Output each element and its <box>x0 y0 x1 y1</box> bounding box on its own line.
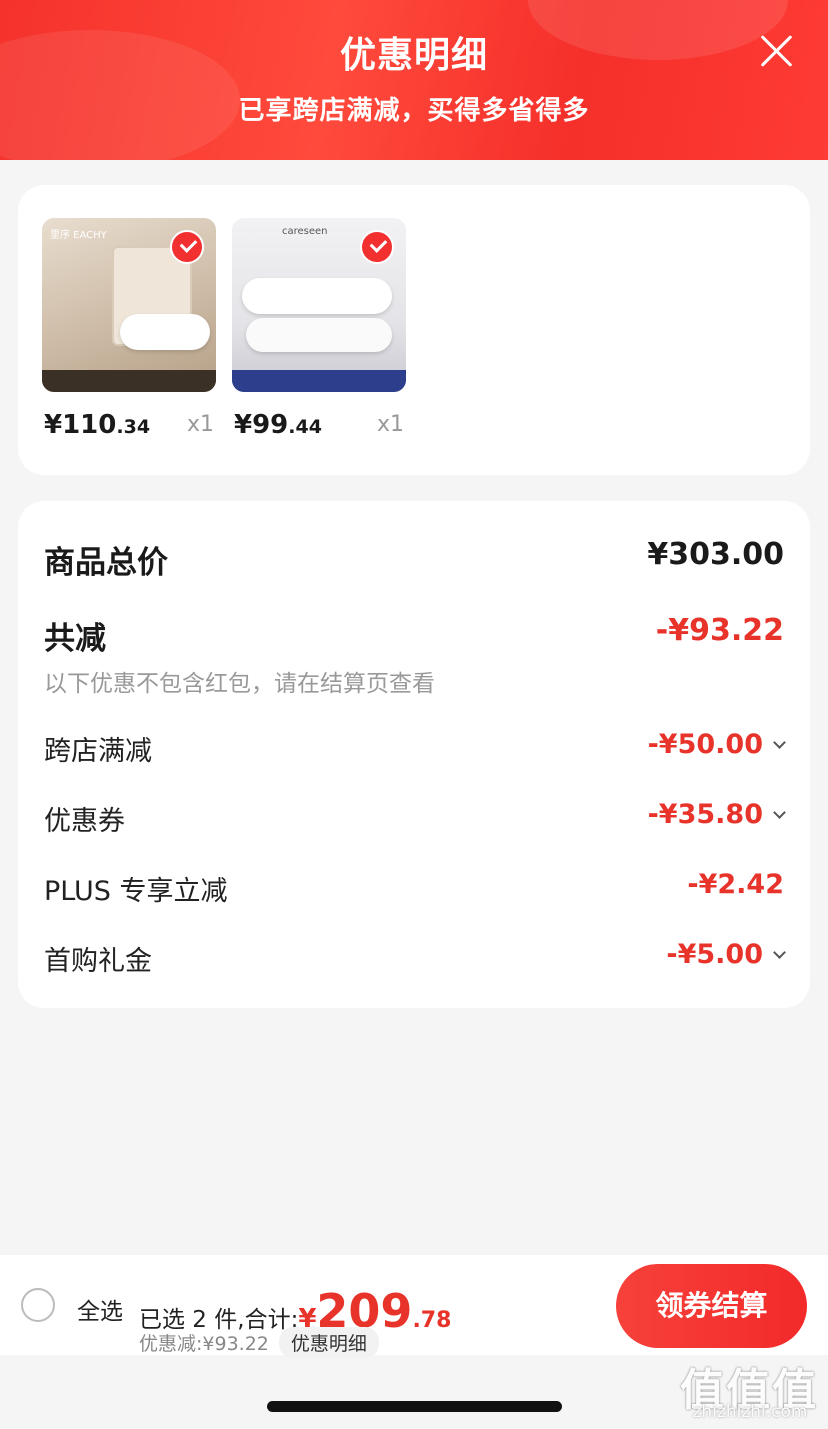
select-all-radio[interactable] <box>21 1288 55 1322</box>
discount-row-cross-store[interactable]: 跨店满减 -¥50.00 <box>44 729 786 767</box>
watermark: 值 值 值 zhizhizhi.com <box>680 1350 820 1422</box>
discount-row-plus: PLUS 专享立减 -¥2.42 <box>44 869 784 907</box>
products-card: 里序 EACHY ¥110.34 x1 careseen ¥99.44 x1 <box>18 185 810 475</box>
discount-value: -¥5.00 <box>666 939 763 970</box>
close-icon[interactable] <box>758 32 794 68</box>
product-quantity: x1 <box>376 412 404 437</box>
select-all-label[interactable]: 全选 <box>77 1292 123 1326</box>
total-reduction-value: -¥93.22 <box>655 613 784 648</box>
discount-value: -¥35.80 <box>647 799 763 830</box>
chevron-down-icon[interactable] <box>773 946 786 959</box>
discount-value: -¥50.00 <box>647 729 763 760</box>
product-illustration <box>246 318 392 352</box>
note-text: 以下优惠不包含红包，请在结算页查看 <box>44 671 435 697</box>
product-illustration <box>120 314 210 350</box>
discount-label: 跨店满减 <box>44 736 152 767</box>
product-banner <box>232 370 406 392</box>
price-decimal: .44 <box>288 416 322 438</box>
price-row: ¥99.44 x1 <box>232 410 406 442</box>
discount-detail-link[interactable]: 优惠明细 <box>278 1327 379 1358</box>
product-quantity: x1 <box>186 412 214 437</box>
price-row: ¥110.34 x1 <box>42 410 216 442</box>
checkout-bar: 全选 已选 2 件,合计:¥209.78 优惠减:¥93.22 优惠明细 领券结算 <box>0 1255 828 1358</box>
checkout-button[interactable]: 领券结算 <box>616 1264 807 1348</box>
page-title: 优惠明细 <box>339 35 488 76</box>
product-price: ¥99.44 <box>234 410 322 440</box>
product-item[interactable]: careseen ¥99.44 x1 <box>232 218 406 442</box>
discount-label: 优惠券 <box>44 806 125 837</box>
discount-value-group: -¥35.80 <box>647 799 786 830</box>
discount-value-group: -¥5.00 <box>666 939 786 970</box>
product-illustration <box>242 278 392 314</box>
page-subtitle: 已享跨店满减，买得多省得多 <box>238 96 590 126</box>
discount-summary: 优惠减:¥93.22 优惠明细 <box>139 1327 379 1358</box>
product-item[interactable]: 里序 EACHY ¥110.34 x1 <box>42 218 216 442</box>
home-indicator[interactable] <box>267 1401 562 1412</box>
product-image[interactable]: 里序 EACHY <box>42 218 216 392</box>
discount-summary-text: 优惠减:¥93.22 <box>139 1333 269 1355</box>
note-row: 以下优惠不包含红包，请在结算页查看 <box>44 664 784 697</box>
checkmark-icon[interactable] <box>170 230 204 264</box>
price-integer: ¥99 <box>234 410 289 440</box>
product-brand: careseen <box>282 226 328 237</box>
summary-card: 商品总价 ¥303.00 共减 -¥93.22 以下优惠不包含红包，请在结算页查… <box>18 501 810 1008</box>
discount-row-coupon[interactable]: 优惠券 -¥35.80 <box>44 799 786 837</box>
total-reduction-label: 共减 <box>44 621 106 657</box>
price-integer: ¥110 <box>44 410 117 440</box>
product-price: ¥110.34 <box>44 410 150 440</box>
total-reduction-row: 共减 -¥93.22 <box>44 613 784 657</box>
total-decimal: .78 <box>412 1308 452 1333</box>
total-price-value: ¥303.00 <box>647 537 784 572</box>
discount-row-first-purchase[interactable]: 首购礼金 -¥5.00 <box>44 939 786 977</box>
chevron-down-icon[interactable] <box>773 736 786 749</box>
price-decimal: .34 <box>116 416 151 438</box>
discount-value-group: -¥2.42 <box>687 869 784 900</box>
discount-label: 首购礼金 <box>44 946 152 977</box>
discount-value-group: -¥50.00 <box>647 729 786 760</box>
product-banner <box>42 370 216 392</box>
product-brand: 里序 EACHY <box>50 230 107 241</box>
discount-value: -¥2.42 <box>687 869 784 900</box>
discount-label: PLUS 专享立减 <box>44 876 228 907</box>
chevron-down-icon[interactable] <box>773 806 786 819</box>
header: 优惠明细 已享跨店满减，买得多省得多 <box>0 0 828 160</box>
total-price-row: 商品总价 ¥303.00 <box>44 537 784 581</box>
checkmark-icon[interactable] <box>360 230 394 264</box>
total-price-label: 商品总价 <box>44 545 168 581</box>
product-image[interactable]: careseen <box>232 218 406 392</box>
watermark-url: zhizhizhi.com <box>692 1402 808 1422</box>
